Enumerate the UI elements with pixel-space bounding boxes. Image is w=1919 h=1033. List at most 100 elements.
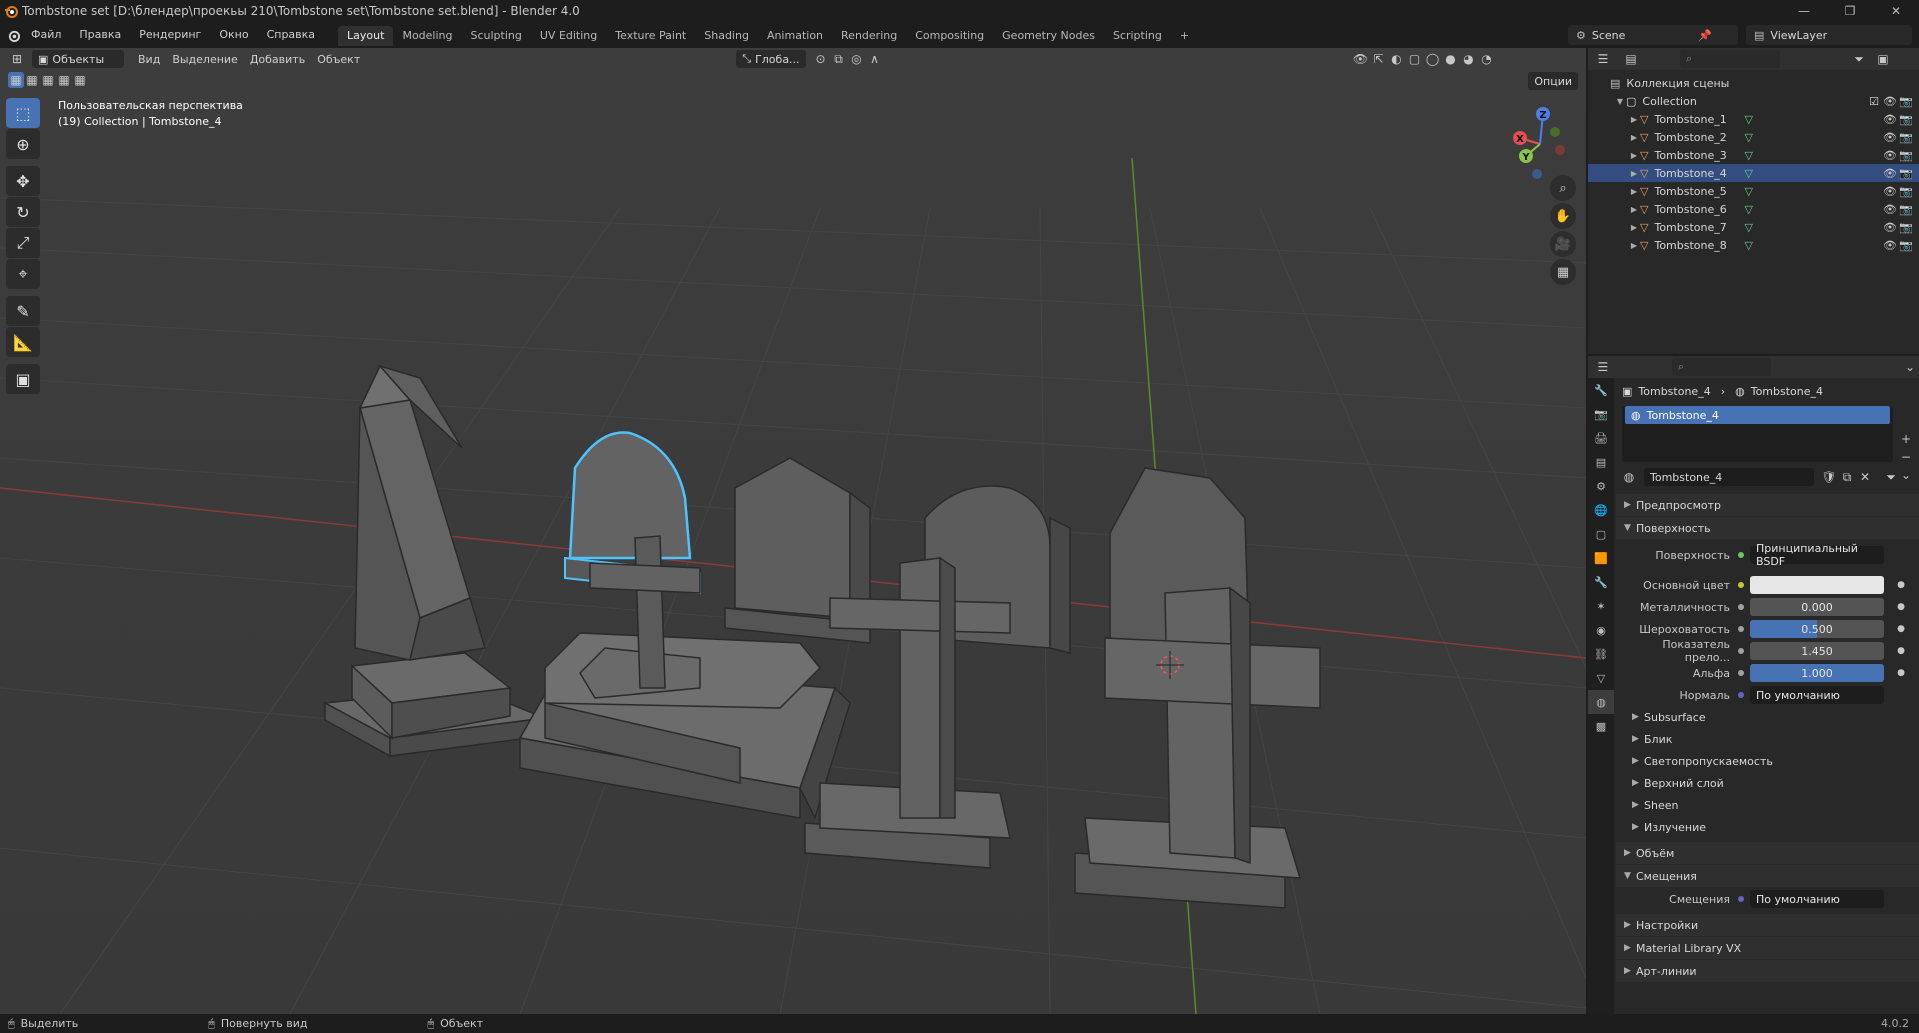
object-tab-icon[interactable]: 🟧 bbox=[1588, 546, 1614, 570]
overlay-icon[interactable]: ◐ bbox=[1388, 50, 1406, 68]
section-settings[interactable]: ▶ Настройки bbox=[1616, 914, 1919, 936]
tab-animation[interactable]: Animation bbox=[758, 26, 832, 46]
scale-tool-icon[interactable]: ⤢ bbox=[6, 228, 40, 258]
visibility-eye-icon[interactable]: 👁 bbox=[1883, 113, 1897, 126]
solid-shading-icon[interactable]: ● bbox=[1442, 50, 1460, 68]
menu-window[interactable]: Окно bbox=[210, 22, 257, 48]
pin-icon[interactable]: 📌 bbox=[1698, 29, 1712, 42]
pan-hand-icon[interactable]: ✋ bbox=[1550, 203, 1576, 229]
duplicate-material-icon[interactable]: ⧉ bbox=[1838, 468, 1856, 486]
fake-user-icon[interactable]: 🛡 bbox=[1820, 468, 1838, 486]
outliner-scene-collection[interactable]: ▤ Коллекция сцены bbox=[1588, 74, 1919, 92]
rendered-shading-icon[interactable]: ◔ bbox=[1478, 50, 1496, 68]
select-subtract-icon[interactable]: ▦ bbox=[40, 72, 56, 88]
world-tab-icon[interactable]: 🌐 bbox=[1588, 498, 1614, 522]
select-box-tool-icon[interactable]: ⬚ bbox=[6, 98, 40, 128]
section-lineart[interactable]: ▶ Арт-линии bbox=[1616, 960, 1919, 982]
subsection-subsurface[interactable]: ▶ Subsurface bbox=[1616, 706, 1919, 728]
keyframe-dot-icon[interactable]: ● bbox=[1897, 668, 1905, 678]
add-workspace-button[interactable]: + bbox=[1171, 26, 1198, 46]
base-color-swatch[interactable] bbox=[1750, 576, 1884, 594]
expand-arrow-icon[interactable]: ▶ bbox=[1628, 205, 1640, 214]
menu-help[interactable]: Справка bbox=[258, 22, 324, 48]
outliner-object-row[interactable]: ▶ ▽ Tombstone_8 ▽ 👁 📷 bbox=[1588, 236, 1919, 254]
menu-view[interactable]: Вид bbox=[132, 53, 166, 66]
visibility-eye-icon[interactable]: 👁 bbox=[1883, 131, 1897, 144]
tab-sculpting[interactable]: Sculpting bbox=[462, 26, 531, 46]
constraints-tab-icon[interactable]: ⛓ bbox=[1588, 642, 1614, 666]
outliner-search-input[interactable]: ⌕ bbox=[1680, 50, 1780, 68]
alpha-slider[interactable]: 1.000 bbox=[1750, 664, 1884, 682]
tab-geometry-nodes[interactable]: Geometry Nodes bbox=[993, 26, 1104, 46]
subsection-transmission[interactable]: ▶ Светопропускаемость bbox=[1616, 750, 1919, 772]
viewport-scene[interactable] bbox=[0, 48, 1586, 1014]
display-mode-icon[interactable]: ▤ bbox=[1622, 50, 1640, 68]
visibility-eye-icon[interactable]: 👁 bbox=[1883, 185, 1897, 198]
xray-icon[interactable]: ▢ bbox=[1406, 50, 1424, 68]
output-tab-icon[interactable]: 🖨 bbox=[1588, 426, 1614, 450]
visibility-eye-icon[interactable]: 👁 bbox=[1883, 167, 1897, 180]
render-tab-icon[interactable]: 📷 bbox=[1588, 402, 1614, 426]
editor-type-icon[interactable]: ⊞ bbox=[8, 50, 26, 68]
add-slot-icon[interactable]: + bbox=[1897, 430, 1915, 448]
material-tab-icon[interactable]: ◍ bbox=[1588, 690, 1614, 714]
subsection-emission[interactable]: ▶ Излучение bbox=[1616, 816, 1919, 838]
pivot-icon[interactable]: ⊙ bbox=[812, 50, 830, 68]
cursor-tool-icon[interactable]: ⊕ bbox=[6, 129, 40, 159]
keyframe-dot-icon[interactable]: ● bbox=[1897, 602, 1905, 612]
physics-tab-icon[interactable]: ◉ bbox=[1588, 618, 1614, 642]
subsection-specular[interactable]: ▶ Блик bbox=[1616, 728, 1919, 750]
properties-dropdown-icon[interactable]: ⌄ bbox=[1901, 358, 1919, 376]
remove-slot-icon[interactable]: − bbox=[1897, 448, 1915, 466]
navigation-gizmo[interactable]: X Z Y bbox=[1500, 104, 1580, 184]
select-invert-icon[interactable]: ▦ bbox=[56, 72, 72, 88]
expand-arrow-icon[interactable]: ▶ bbox=[1628, 151, 1640, 160]
tab-modeling[interactable]: Modeling bbox=[393, 26, 461, 46]
expand-arrow-icon[interactable]: ▶ bbox=[1628, 133, 1640, 142]
mode-selector[interactable]: ▣ Объекты bbox=[32, 50, 124, 68]
outliner-object-row[interactable]: ▶ ▽ Tombstone_5 ▽ 👁 📷 bbox=[1588, 182, 1919, 200]
outliner-object-row[interactable]: ▶ ▽ Tombstone_3 ▽ 👁 📷 bbox=[1588, 146, 1919, 164]
expand-arrow-icon[interactable]: ▶ bbox=[1628, 241, 1640, 250]
collapse-arrow-icon[interactable]: ▼ bbox=[1614, 97, 1626, 106]
tab-layout[interactable]: Layout bbox=[338, 25, 394, 46]
section-volume[interactable]: ▶ Объём bbox=[1616, 842, 1919, 864]
render-camera-icon[interactable]: 📷 bbox=[1899, 95, 1913, 108]
menu-object[interactable]: Объект bbox=[311, 53, 366, 66]
data-tab-icon[interactable]: ▽ bbox=[1588, 666, 1614, 690]
ortho-grid-icon[interactable]: ▦ bbox=[1550, 259, 1576, 285]
properties-search-input[interactable]: ⌕ bbox=[1671, 358, 1772, 376]
subsection-coat[interactable]: ▶ Верхний слой bbox=[1616, 772, 1919, 794]
section-preview[interactable]: ▶ Предпросмотр bbox=[1616, 494, 1919, 516]
close-button[interactable]: ✕ bbox=[1873, 0, 1919, 22]
proportional-edit-icon[interactable]: ◎ bbox=[848, 50, 866, 68]
select-extend-icon[interactable]: ▦ bbox=[24, 72, 40, 88]
render-camera-icon[interactable]: 📷 bbox=[1899, 185, 1913, 198]
modifier-tab-icon[interactable]: 🔧 bbox=[1588, 570, 1614, 594]
expand-arrow-icon[interactable]: ▶ bbox=[1628, 115, 1640, 124]
menu-select[interactable]: Выделение bbox=[166, 53, 244, 66]
render-camera-icon[interactable]: 📷 bbox=[1899, 113, 1913, 126]
collection-tab-icon[interactable]: ▢ bbox=[1588, 522, 1614, 546]
zoom-icon[interactable]: ⌕ bbox=[1550, 175, 1576, 201]
maximize-button[interactable]: ❐ bbox=[1827, 0, 1873, 22]
section-surface[interactable]: ▼ Поверхность bbox=[1616, 517, 1919, 539]
outliner-object-row[interactable]: ▶ ▽ Tombstone_2 ▽ 👁 📷 bbox=[1588, 128, 1919, 146]
render-camera-icon[interactable]: 📷 bbox=[1899, 221, 1913, 234]
unlink-material-icon[interactable]: ✕ bbox=[1856, 468, 1874, 486]
keyframe-dot-icon[interactable]: ● bbox=[1897, 624, 1905, 634]
annotate-tool-icon[interactable]: ✎ bbox=[6, 296, 40, 326]
scene-tab-icon[interactable]: ⚙ bbox=[1588, 474, 1614, 498]
outliner-editor-icon[interactable]: ☰ bbox=[1594, 50, 1612, 68]
roughness-slider[interactable]: 0.500 bbox=[1750, 620, 1884, 638]
minimize-button[interactable]: — bbox=[1781, 0, 1827, 22]
menu-edit[interactable]: Правка bbox=[70, 22, 130, 48]
filter-icon[interactable]: ⏷ bbox=[1850, 50, 1868, 68]
menu-file[interactable]: Файл bbox=[22, 22, 70, 48]
gizmo-toggle-icon[interactable]: ⇱ bbox=[1370, 50, 1388, 68]
wireframe-shading-icon[interactable]: ◯ bbox=[1424, 50, 1442, 68]
subsection-sheen[interactable]: ▶ Sheen bbox=[1616, 794, 1919, 816]
select-intersect-icon[interactable]: ▦ bbox=[72, 72, 88, 88]
falloff-icon[interactable]: ∧ bbox=[866, 50, 884, 68]
viewlayer-selector[interactable]: ▤ ViewLayer bbox=[1746, 25, 1912, 45]
